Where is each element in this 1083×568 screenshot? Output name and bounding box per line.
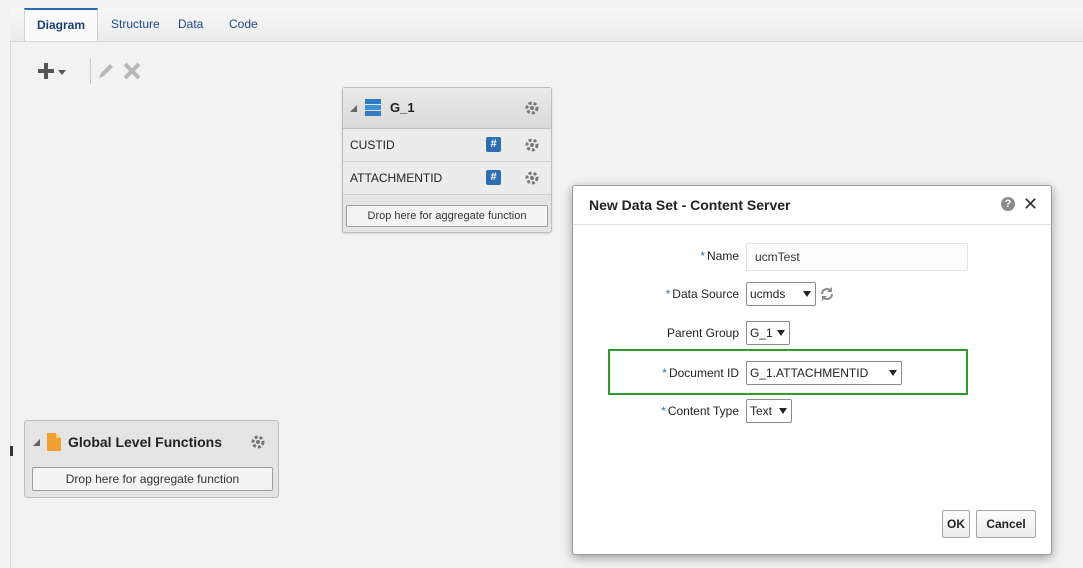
x-icon [123,62,141,80]
ok-button[interactable]: OK [942,510,970,538]
tab-diagram[interactable]: Diagram [24,8,99,41]
gear-icon[interactable] [250,434,266,450]
global-level-functions[interactable]: Global Level Functions Drop here for agg… [24,420,279,498]
aggregate-drop-zone[interactable]: Drop here for aggregate function [346,205,548,227]
parent-group-select[interactable]: G_1 [746,321,790,345]
data-source-select[interactable]: ucmds [746,282,816,306]
delete-button[interactable] [122,58,144,84]
tab-data[interactable]: Data [178,8,203,41]
chevron-down-icon [777,330,785,336]
dialog-header: New Data Set - Content Server ? ✕ [573,186,1051,225]
data-source-label: * Data Source [665,287,739,301]
gear-icon[interactable] [524,170,540,186]
field-name: ATTACHMENTID [350,171,443,185]
edit-button[interactable] [96,58,118,84]
global-functions-title: Global Level Functions [68,434,223,450]
splitter-handle[interactable] [10,446,13,456]
cancel-button[interactable]: Cancel [976,510,1036,538]
help-icon[interactable]: ? [1001,197,1015,211]
add-button[interactable] [36,58,76,84]
refresh-icon[interactable] [819,286,835,302]
document-id-value: G_1.ATTACHMENTID [750,366,869,380]
table-icon [365,99,381,116]
aggregate-drop-zone[interactable]: Drop here for aggregate function [32,467,273,491]
field-name: CUSTID [350,138,395,152]
document-id-label: * Document ID [662,366,739,380]
tab-code[interactable]: Code [229,8,258,41]
close-icon[interactable]: ✕ [1023,194,1038,215]
gear-icon[interactable] [524,100,540,116]
document-id-select[interactable]: G_1.ATTACHMENTID [746,361,902,385]
collapse-triangle-icon[interactable] [33,439,41,447]
tab-structure[interactable]: Structure [111,8,160,41]
group-header[interactable]: G_1 [343,88,551,129]
dialog-title: New Data Set - Content Server [589,197,791,213]
data-source-value: ucmds [750,287,786,301]
chevron-down-icon [779,408,787,414]
parent-group-label: Parent Group [666,326,739,340]
number-type-icon[interactable]: # [486,137,501,152]
name-label: * Name [700,249,739,263]
collapse-triangle-icon[interactable] [350,105,358,113]
field-row-custid[interactable]: CUSTID # [343,129,551,162]
document-icon [47,433,61,451]
new-data-set-dialog: New Data Set - Content Server ? ✕ * Name … [572,185,1052,555]
tab-bar: Diagram Structure Data Code [10,8,1083,42]
content-type-value: Text [750,404,773,418]
group-title: G_1 [390,100,415,115]
content-type-label: * Content Type [661,404,739,418]
parent-group-value: G_1 [750,326,773,340]
pencil-icon [99,64,113,78]
group-g1[interactable]: G_1 CUSTID # ATTACHMENTID # Drop here fo… [342,87,552,233]
name-input[interactable] [746,243,968,271]
plus-dropdown-icon [38,63,66,79]
chevron-down-icon [803,291,811,297]
chevron-down-icon [889,370,897,376]
content-type-select[interactable]: Text [746,399,792,423]
number-type-icon[interactable]: # [486,170,501,185]
gear-icon[interactable] [524,137,540,153]
field-row-attachmentid[interactable]: ATTACHMENTID # [343,162,551,195]
toolbar-separator [90,58,91,84]
